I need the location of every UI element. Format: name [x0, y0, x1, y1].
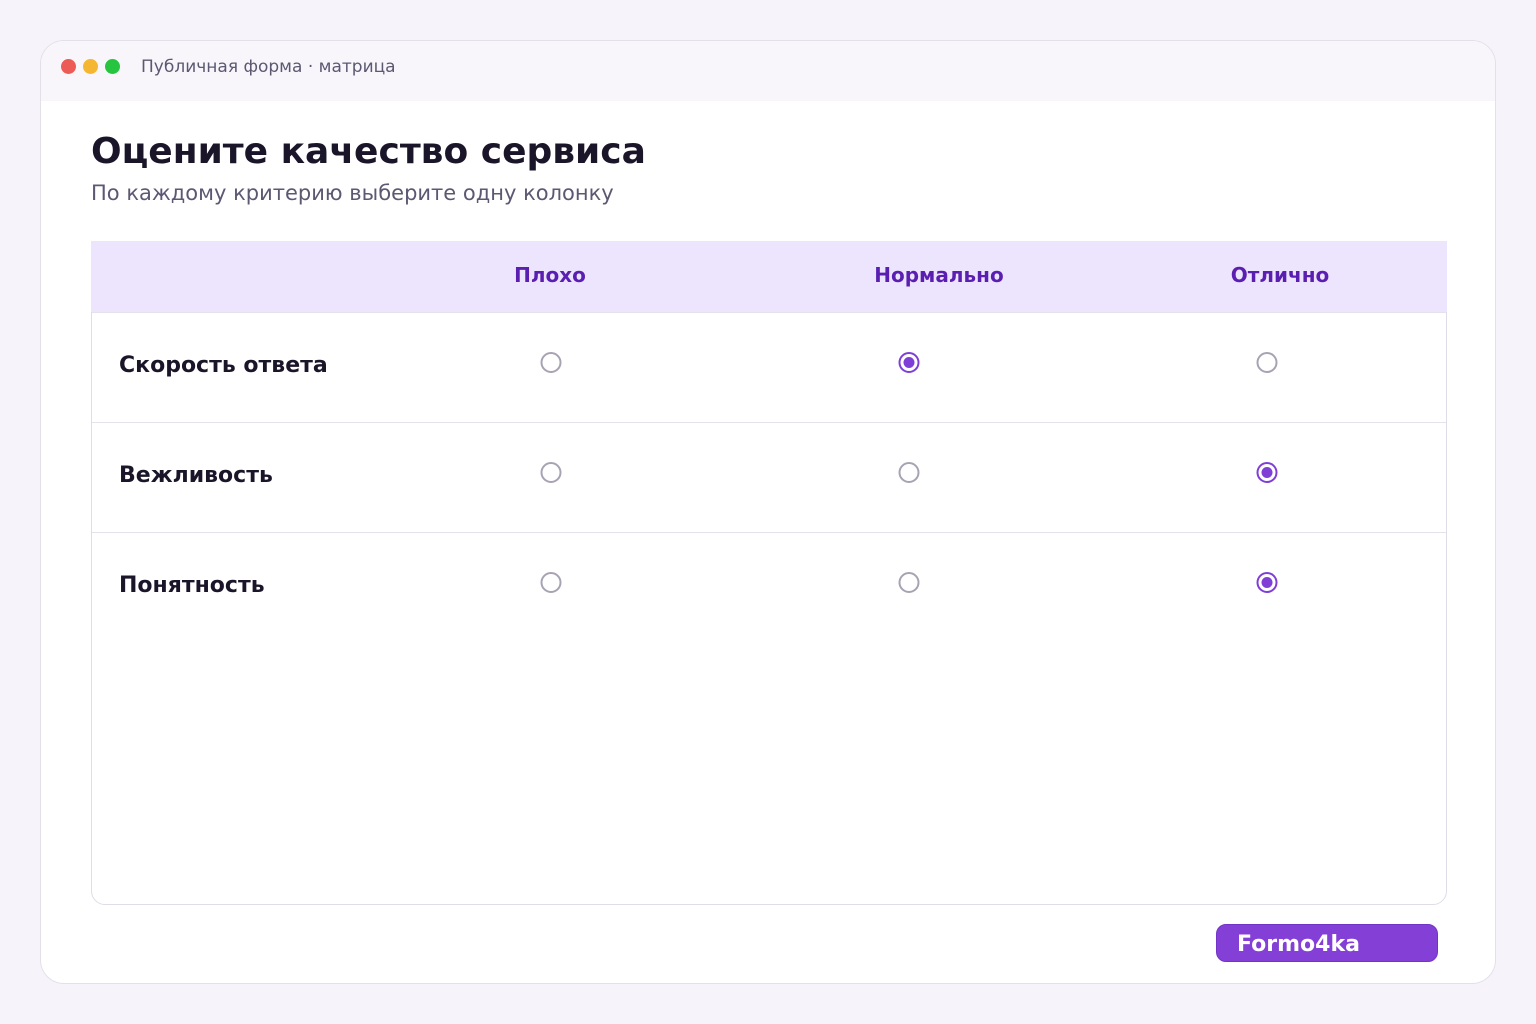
column-header-bad: Плохо [514, 263, 586, 287]
matrix-header: Плохо Нормально Отлично [91, 241, 1447, 312]
maximize-window-button[interactable] [105, 59, 120, 74]
app-window: Публичная форма · матрица Оцените качест… [40, 40, 1496, 984]
radio-option-excellent[interactable] [1256, 572, 1278, 593]
radio-option-bad[interactable] [540, 572, 562, 593]
radio-option-normal[interactable] [898, 462, 920, 483]
page-subtitle: По каждому критерию выберите одну колонк… [91, 181, 614, 205]
rating-matrix: Плохо Нормально Отлично Скорость ответа … [91, 241, 1447, 905]
radio-option-bad[interactable] [540, 462, 562, 483]
radio-option-bad[interactable] [540, 352, 562, 373]
row-label: Вежливость [119, 463, 273, 488]
radio-option-excellent[interactable] [1256, 352, 1278, 373]
matrix-row: Вежливость [92, 422, 1446, 532]
radio-option-normal[interactable] [898, 352, 920, 373]
column-header-excellent: Отлично [1230, 263, 1330, 287]
matrix-row: Скорость ответа [92, 312, 1446, 422]
row-label: Скорость ответа [119, 353, 328, 378]
row-label: Понятность [119, 573, 265, 598]
title-bar: Публичная форма · матрица [41, 41, 1495, 101]
page-title: Оцените качество сервиса [91, 131, 646, 172]
matrix-row: Понятность [92, 532, 1446, 642]
close-window-button[interactable] [61, 59, 76, 74]
window-title: Публичная форма · матрица [141, 57, 396, 77]
brand-badge-button[interactable]: Formo4ka [1216, 924, 1438, 962]
radio-option-normal[interactable] [898, 572, 920, 593]
radio-option-excellent[interactable] [1256, 462, 1278, 483]
minimize-window-button[interactable] [83, 59, 98, 74]
column-header-normal: Нормально [874, 263, 1004, 287]
